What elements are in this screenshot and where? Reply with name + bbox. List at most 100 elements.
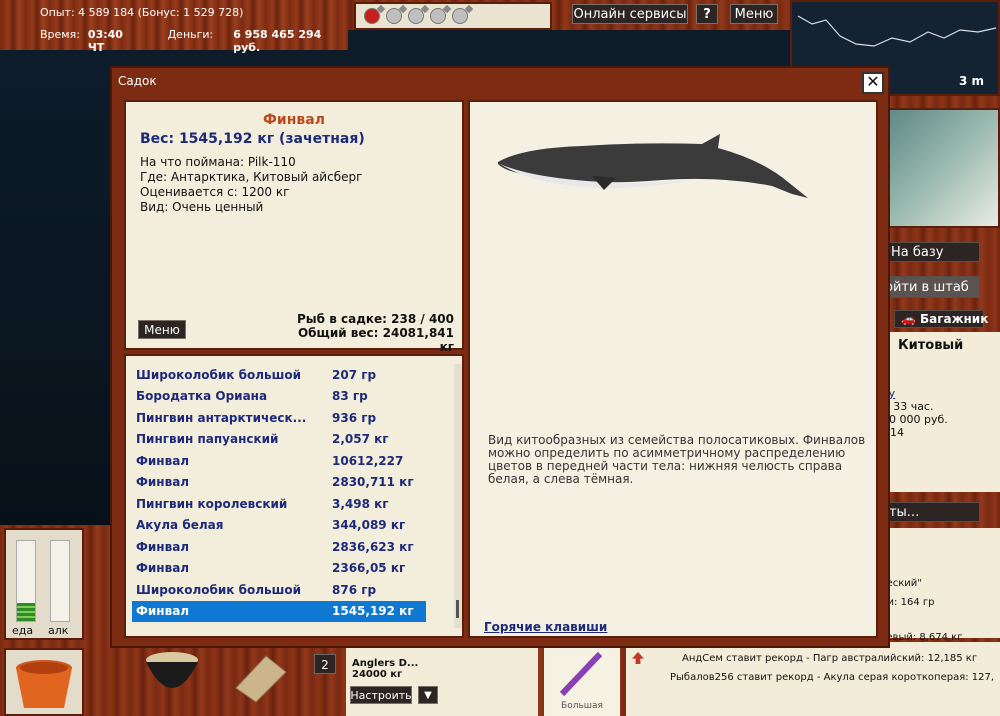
fish-list-weight: 2366,05 кг (332, 561, 406, 576)
fish-list-item[interactable]: Пингвин антарктическ... 936 гр (132, 407, 426, 429)
fish-list: Широколобик большой 207 гр Бородатка Ориан… (124, 354, 464, 638)
food-label: еда (12, 624, 34, 637)
fish-list-name: Финвал (136, 561, 190, 576)
fish-list-item[interactable]: Финвал 2366,05 кг (132, 558, 426, 580)
record-line-1: неский" (880, 578, 922, 589)
fish-list-name: Финвал (136, 539, 190, 554)
records-panel: неский" ми: 164 гр левый: 8,674 кг (878, 528, 1000, 643)
fish-list-weight: 344,089 кг (332, 518, 406, 533)
news-text: Рыбалов256 ставит рекорд - Акула серая к… (670, 671, 994, 683)
go-to-hq-button[interactable]: ойти в штаб (878, 276, 980, 298)
fish-description: Вид китообразных из семейства полосатико… (488, 433, 866, 486)
feather-lure-icon (559, 651, 603, 697)
pot-slot[interactable] (138, 648, 208, 704)
news-text: АндСем ставит рекорд - Пагр австралийски… (682, 652, 978, 664)
scroll-thumb[interactable] (456, 600, 459, 618)
money-label: Деньги: (167, 28, 214, 41)
fish-list-weight: 83 гр (332, 389, 368, 404)
car-icon: 🚗 (901, 312, 916, 326)
bottles-bar (354, 2, 552, 30)
news-item: АндСем ставит рекорд - Пагр австралийски… (632, 652, 994, 664)
cauldron-icon (146, 652, 198, 688)
money-value: 6 958 465 294 руб. (233, 28, 322, 54)
list-scrollbar[interactable] (454, 364, 462, 628)
bottle-icon[interactable] (408, 8, 424, 24)
fish-list-name: Финвал (136, 475, 190, 490)
record-line-2: ми: 164 гр (880, 597, 935, 608)
bottle-icon[interactable] (452, 8, 468, 24)
fish-list-item[interactable]: Пингвин папуанский 2,057 кг (132, 429, 426, 451)
fin-whale-icon (498, 134, 808, 198)
news-feed: АндСем ставит рекорд - Пагр австралийски… (626, 642, 1000, 716)
bottle-icon[interactable] (430, 8, 446, 24)
trunk-label: Багажник (919, 312, 989, 326)
fish-list-item[interactable]: Широколобик большой 876 гр (132, 579, 426, 601)
fish-list-item[interactable]: Пингвин королевский 3,498 кг (132, 493, 426, 515)
caught-with: На что поймана: Pilk-110 (140, 155, 296, 169)
fish-menu-button[interactable]: Меню (138, 320, 186, 339)
location-map[interactable] (888, 108, 1000, 228)
to-base-button[interactable]: На базу (884, 242, 980, 262)
bait-slot[interactable]: Большая (544, 648, 620, 716)
player-stats: Опыт: 4 589 184 (Бонус: 1 529 728) Время… (2, 0, 348, 54)
fish-list-item[interactable]: Бородатка Ориана 83 гр (132, 386, 426, 408)
fish-list-name: Бородатка Ориана (136, 389, 268, 404)
bottle-icon[interactable] (364, 8, 380, 24)
bait-label: Большая (561, 701, 603, 711)
fish-kind: Вид: Очень ценный (140, 200, 264, 214)
fish-list-weight: 1545,192 кг (332, 604, 414, 619)
fish-image-panel: Вид китообразных из семейства полосатико… (468, 100, 878, 638)
fish-list-item[interactable]: Финвал 1545,192 кг (132, 600, 426, 622)
keepnet-dialog: Садок ✕ Финвал Вес: 1545,192 кг (зачетна… (110, 66, 890, 648)
menu-button-top[interactable]: Меню (730, 4, 778, 24)
fish-list-name: Пингвин королевский (136, 496, 288, 511)
location-link[interactable]: ку (882, 387, 996, 400)
bucket-icon (16, 660, 72, 708)
slot-count-badge: 2 (314, 654, 336, 674)
needs-gauges: еда алк (4, 528, 84, 640)
fish-list-item[interactable]: Широколобик большой 207 гр (132, 364, 426, 386)
lure-slot[interactable]: Anglers D... 24000 кг Настроить ▼ (346, 648, 538, 716)
fish-list-name: Финвал (136, 453, 190, 468)
groundbait-slot[interactable] (226, 648, 292, 704)
fish-list-item[interactable]: Финвал 10612,227 (132, 450, 426, 472)
caught-where: Где: Антарктика, Китовый айсберг (140, 170, 363, 184)
fish-list-weight: 936 гр (332, 410, 377, 425)
food-gauge-fill (17, 603, 35, 621)
fish-list-item[interactable]: Финвал 2830,711 кг (132, 472, 426, 494)
fish-list-item[interactable]: Финвал 2836,623 кг (132, 536, 426, 558)
side-line-2: 00 000 руб. (882, 413, 948, 426)
fish-list-weight: 3,498 кг (332, 496, 389, 511)
lure-name: Anglers D... (352, 658, 419, 669)
fish-list-name: Финвал (136, 604, 190, 619)
fish-value: Оценивается с: 1200 кг (140, 185, 290, 199)
fish-list-item[interactable]: Акула белая 344,089 кг (132, 515, 426, 537)
hotkeys-link[interactable]: Горячие клавиши (484, 620, 607, 634)
fish-list-weight: 2830,711 кг (332, 475, 414, 490)
bottle-icon[interactable] (386, 8, 402, 24)
fish-count: Рыб в садке: 238 / 400 (297, 312, 454, 326)
total-weight: Общий вес: 24081,841 кг (297, 326, 454, 354)
keepnet-summary: Рыб в садке: 238 / 400 Общий вес: 24081,… (292, 312, 454, 354)
alcohol-gauge (50, 540, 70, 622)
fish-list-weight: 207 гр (332, 367, 377, 382)
trunk-button[interactable]: 🚗 Багажник (894, 310, 988, 328)
fish-list-weight: 876 гр (332, 582, 377, 597)
fish-weight: Вес: 1545,192 кг (зачетная) (140, 131, 365, 147)
arrow-up-icon (632, 652, 644, 664)
fish-list-weight: 10612,227 (332, 453, 404, 468)
fish-list-name: Широколобик большой (136, 582, 301, 597)
fish-name: Финвал (263, 112, 325, 128)
exp-text: Опыт: 4 589 184 (Бонус: 1 529 728) (40, 6, 244, 19)
setup-button[interactable]: Настроить (350, 686, 412, 704)
depth-value: 3 m (958, 74, 984, 88)
close-icon[interactable]: ✕ (862, 72, 884, 94)
chevron-down-icon[interactable]: ▼ (418, 686, 438, 704)
fish-list-name: Пингвин папуанский (136, 432, 279, 447)
bucket-slot[interactable] (4, 648, 84, 716)
online-services-button[interactable]: Онлайн сервисы (572, 4, 688, 24)
fish-list-weight: 2,057 кг (332, 432, 389, 447)
fish-list-name: Акула белая (136, 518, 224, 533)
help-button[interactable]: ? (696, 4, 718, 24)
groundbait-roll-icon (235, 655, 287, 703)
